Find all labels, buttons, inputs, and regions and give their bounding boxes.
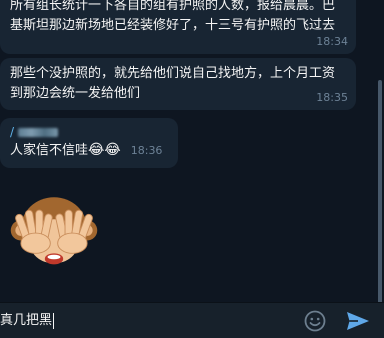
message-time: 18:34 <box>316 35 348 48</box>
text-caret <box>53 312 55 329</box>
message-composer: 真几把黑 <box>0 302 384 338</box>
smile-icon[interactable] <box>303 309 327 333</box>
message-input-text: 真几把黑 <box>0 313 53 328</box>
see-no-evil-monkey-icon[interactable] <box>8 188 100 280</box>
message-text: 人家信不信哇 <box>10 143 89 158</box>
message-input[interactable]: 真几把黑 <box>0 311 55 331</box>
message-text: 那些个没护照的，就先给他们说自己找地方，上个月工资到那边会统一发给他们 <box>10 66 336 101</box>
message-time: 18:36 <box>130 144 163 157</box>
redacted-name <box>18 128 59 137</box>
message-bubble[interactable]: 所有组长统计一下各自的组有护照的人数，报给晨晨。巴基斯坦那边新场地已经装修好了，… <box>0 0 356 54</box>
message-time: 18:35 <box>316 91 348 104</box>
sender-name[interactable]: / <box>10 124 168 140</box>
send-icon[interactable] <box>345 309 371 333</box>
chat-history: 所有组长统计一下各自的组有护照的人数，报给晨晨。巴基斯坦那边新场地已经装修好了，… <box>0 0 372 303</box>
message-bubble[interactable]: / 人家信不信哇😂😂 18:36 <box>0 118 178 168</box>
sender-name-visible: / <box>10 125 15 139</box>
message-bubble[interactable]: 那些个没护照的，就先给他们说自己找地方，上个月工资到那边会统一发给他们 18:3… <box>0 58 356 110</box>
laughing-emoji-icon: 😂😂 <box>88 142 121 158</box>
message-text: 所有组长统计一下各自的组有护照的人数，报给晨晨。巴基斯坦那边新场地已经装修好了，… <box>10 0 336 33</box>
chat-scrollbar[interactable] <box>378 80 382 320</box>
